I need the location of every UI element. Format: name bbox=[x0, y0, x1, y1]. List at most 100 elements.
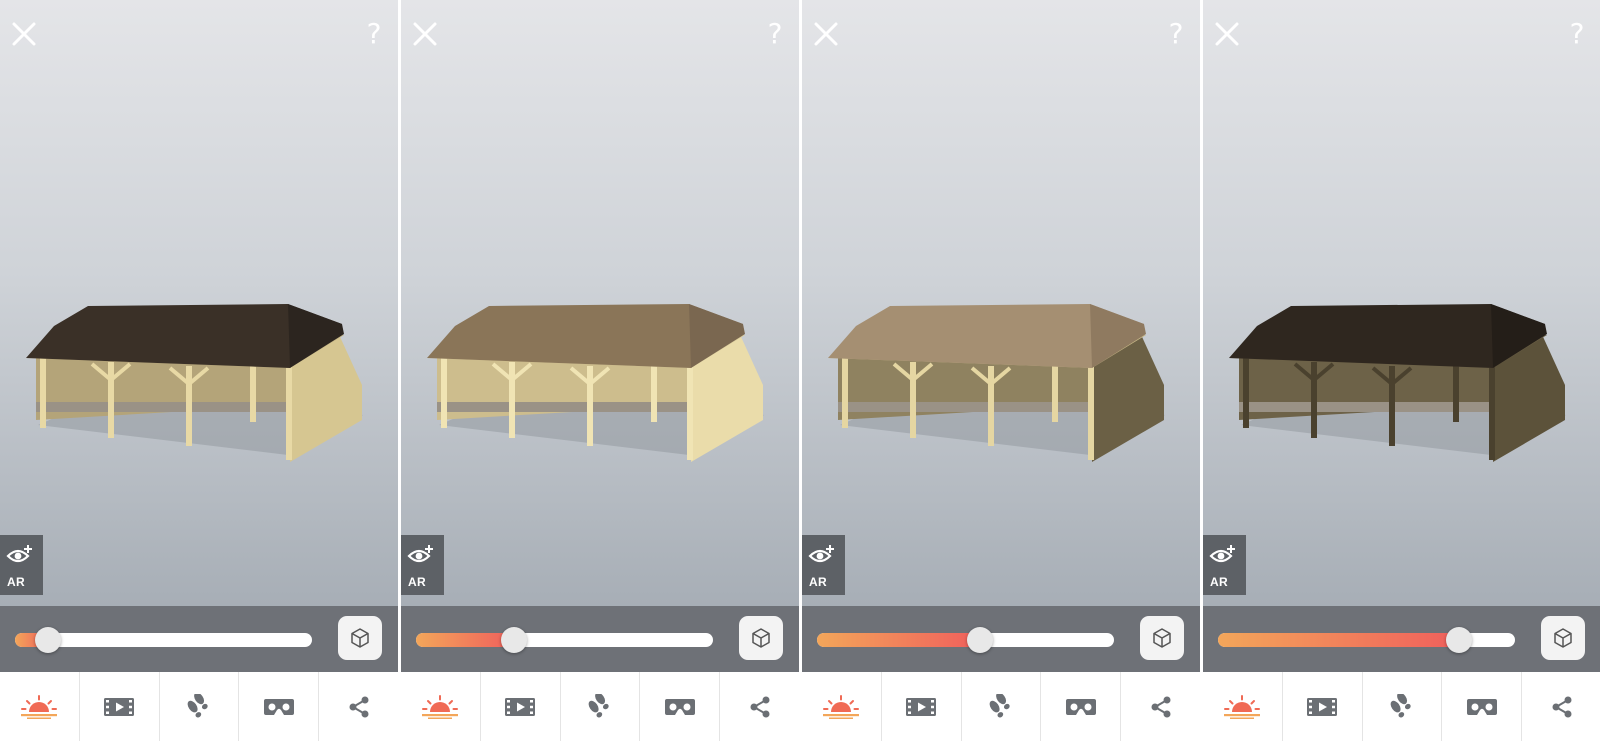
bottom-tab-bar bbox=[1203, 672, 1600, 741]
tab-animation[interactable] bbox=[882, 672, 962, 741]
time-of-day-slider[interactable] bbox=[1218, 627, 1515, 653]
tab-animation[interactable] bbox=[481, 672, 561, 741]
tab-walkthrough[interactable] bbox=[160, 672, 240, 741]
tab-share[interactable] bbox=[1121, 672, 1200, 741]
ar-button[interactable]: AR bbox=[802, 535, 845, 595]
film-icon bbox=[1307, 697, 1338, 716]
cube-icon bbox=[351, 628, 369, 648]
tab-animation[interactable] bbox=[80, 672, 160, 741]
help-icon[interactable]: ? bbox=[1565, 18, 1589, 50]
tab-lighting[interactable] bbox=[1203, 672, 1283, 741]
tab-share[interactable] bbox=[1522, 672, 1600, 741]
tab-animation[interactable] bbox=[1283, 672, 1363, 741]
bottom-tab-bar bbox=[802, 672, 1200, 741]
close-button[interactable] bbox=[1213, 20, 1241, 48]
close-button[interactable] bbox=[411, 20, 439, 48]
tab-lighting[interactable] bbox=[0, 672, 80, 741]
tab-vr[interactable] bbox=[1442, 672, 1523, 741]
3d-view-button[interactable] bbox=[338, 616, 382, 660]
film-icon bbox=[906, 697, 937, 716]
tab-vr[interactable] bbox=[1041, 672, 1122, 741]
vr-headset-icon bbox=[1466, 698, 1497, 715]
panel-divider bbox=[1200, 0, 1203, 672]
eye-plus-icon bbox=[808, 545, 834, 563]
tab-lighting[interactable] bbox=[401, 672, 481, 741]
model-viewer-panel: ? AR bbox=[0, 0, 398, 741]
eye-plus-icon bbox=[407, 545, 433, 563]
close-icon bbox=[1215, 22, 1239, 46]
tab-walkthrough[interactable] bbox=[962, 672, 1042, 741]
eye-plus-icon bbox=[1209, 545, 1235, 563]
3d-viewport[interactable]: ? AR bbox=[0, 0, 398, 606]
bottom-tab-bar bbox=[0, 672, 398, 741]
cube-icon bbox=[1153, 628, 1171, 648]
footsteps-icon bbox=[187, 693, 208, 717]
close-icon bbox=[12, 22, 36, 46]
3d-viewport[interactable]: ? AR bbox=[1203, 0, 1600, 606]
vr-headset-icon bbox=[664, 698, 695, 715]
ar-label: AR bbox=[7, 575, 25, 589]
cube-icon bbox=[1554, 628, 1572, 648]
vr-headset-icon bbox=[1065, 698, 1096, 715]
ar-label: AR bbox=[809, 575, 827, 589]
sunrise-icon bbox=[823, 694, 860, 719]
ar-button[interactable]: AR bbox=[1203, 535, 1246, 595]
3d-view-button[interactable] bbox=[1140, 616, 1184, 660]
ar-label: AR bbox=[1210, 575, 1228, 589]
model-viewer-panel: ? AR bbox=[401, 0, 799, 741]
close-button[interactable] bbox=[812, 20, 840, 48]
barn-model-image bbox=[828, 304, 1165, 462]
tab-vr[interactable] bbox=[239, 672, 320, 741]
tab-walkthrough[interactable] bbox=[1363, 672, 1443, 741]
slider-fill bbox=[416, 633, 514, 647]
model-viewer-panel: ? AR bbox=[1203, 0, 1600, 741]
share-icon bbox=[1151, 696, 1171, 717]
eye-plus-icon bbox=[6, 545, 32, 563]
tab-vr[interactable] bbox=[640, 672, 721, 741]
close-button[interactable] bbox=[10, 20, 38, 48]
film-icon bbox=[104, 697, 135, 716]
ar-button[interactable]: AR bbox=[401, 535, 444, 595]
lighting-toolbar bbox=[1203, 606, 1600, 672]
film-icon bbox=[505, 697, 536, 716]
help-icon[interactable]: ? bbox=[763, 18, 787, 50]
footsteps-icon bbox=[588, 693, 609, 717]
tab-share[interactable] bbox=[720, 672, 799, 741]
slider-fill bbox=[1218, 633, 1459, 647]
panel-divider bbox=[398, 0, 401, 672]
lighting-toolbar bbox=[401, 606, 799, 672]
bottom-tab-bar bbox=[401, 672, 799, 741]
3d-view-button[interactable] bbox=[1541, 616, 1585, 660]
3d-viewport[interactable]: ? AR bbox=[802, 0, 1200, 606]
ar-button[interactable]: AR bbox=[0, 535, 43, 595]
tab-lighting[interactable] bbox=[802, 672, 882, 741]
3d-viewport[interactable]: ? AR bbox=[401, 0, 799, 606]
cube-icon bbox=[752, 628, 770, 648]
slider-thumb[interactable] bbox=[34, 627, 61, 653]
share-icon bbox=[1552, 696, 1572, 717]
time-of-day-slider[interactable] bbox=[817, 627, 1114, 653]
vr-headset-icon bbox=[263, 698, 294, 715]
close-icon bbox=[814, 22, 838, 46]
footsteps-icon bbox=[1390, 693, 1411, 717]
3d-view-button[interactable] bbox=[739, 616, 783, 660]
lighting-toolbar bbox=[0, 606, 398, 672]
footsteps-icon bbox=[989, 693, 1010, 717]
slider-thumb[interactable] bbox=[967, 627, 994, 653]
tab-share[interactable] bbox=[319, 672, 398, 741]
share-icon bbox=[750, 696, 770, 717]
help-icon[interactable]: ? bbox=[362, 18, 386, 50]
sunrise-icon bbox=[422, 694, 459, 719]
model-viewer-panel: ? AR bbox=[802, 0, 1200, 741]
slider-thumb[interactable] bbox=[1445, 627, 1472, 653]
tab-walkthrough[interactable] bbox=[561, 672, 641, 741]
sunrise-icon bbox=[1224, 694, 1261, 719]
share-icon bbox=[349, 696, 369, 717]
time-of-day-slider[interactable] bbox=[15, 627, 312, 653]
time-of-day-slider[interactable] bbox=[416, 627, 713, 653]
slider-fill bbox=[817, 633, 981, 647]
slider-thumb[interactable] bbox=[501, 627, 527, 653]
sunrise-icon bbox=[21, 694, 58, 719]
help-icon[interactable]: ? bbox=[1164, 18, 1188, 50]
ar-label: AR bbox=[408, 575, 426, 589]
